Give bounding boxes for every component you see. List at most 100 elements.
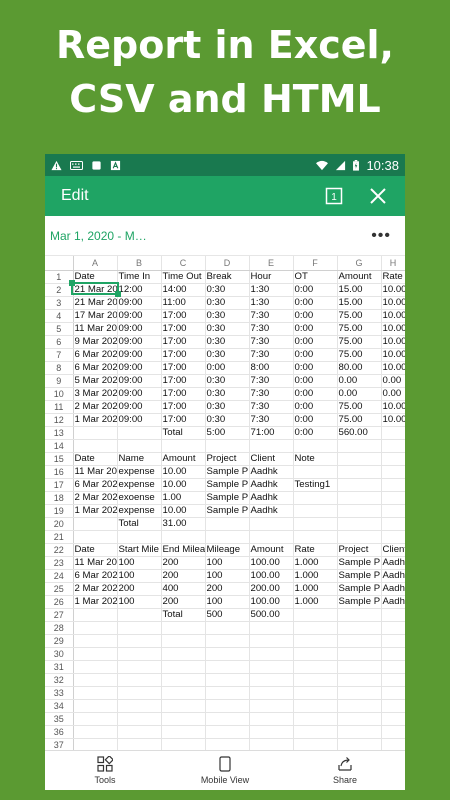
tools-button[interactable]: Tools [45, 751, 165, 790]
mobile-view-button[interactable]: Mobile View [165, 751, 285, 790]
sheet-cell[interactable]: 75.00 [337, 322, 382, 336]
sheet-cell[interactable]: 5:00 [205, 426, 250, 440]
sheet-cell[interactable]: 71:00 [249, 426, 294, 440]
sheet-cell[interactable]: Note [293, 452, 338, 466]
sheet-cell[interactable] [293, 491, 338, 505]
sheet-cell[interactable]: Sample P [205, 478, 250, 492]
sheet-cell[interactable] [73, 647, 118, 661]
sheet-cell[interactable] [381, 725, 405, 739]
sheet-cell[interactable]: 0:30 [205, 413, 250, 427]
sheet-cell[interactable]: 0:00 [293, 361, 338, 375]
sheet-cell[interactable]: 75.00 [337, 348, 382, 362]
sheet-cell[interactable]: expense [117, 504, 162, 518]
sheet-cell[interactable]: Date [73, 452, 118, 466]
more-icon[interactable]: ••• [371, 227, 391, 245]
sheet-cell[interactable]: 1 Mar 202 [73, 504, 118, 518]
sheet-cell[interactable]: Sample P [205, 491, 250, 505]
sheet-cell[interactable] [337, 621, 382, 635]
sheet-cell[interactable]: Amount [337, 270, 382, 284]
sheet-cell[interactable] [117, 712, 162, 726]
sheet-cell[interactable]: 0:00 [293, 283, 338, 297]
sheet-cell[interactable]: 400 [161, 582, 206, 596]
sheet-cell[interactable] [117, 634, 162, 648]
sheet-cell[interactable]: OT [293, 270, 338, 284]
sheet-cell[interactable]: 5 Mar 202 [73, 374, 118, 388]
sheet-cell[interactable]: 09:00 [117, 387, 162, 401]
sheet-cell[interactable] [337, 491, 382, 505]
sheet-cell[interactable]: 1.000 [293, 595, 338, 609]
sheet-cell[interactable]: 09:00 [117, 361, 162, 375]
sheet-cell[interactable]: Aadhk [249, 465, 294, 479]
sheet-cell[interactable]: 10.00 [381, 296, 405, 310]
sheet-cell[interactable] [161, 439, 206, 453]
sheet-cell[interactable] [337, 712, 382, 726]
sheet-cell[interactable]: 2 Mar 202 [73, 400, 118, 414]
sheet-cell[interactable]: 100 [205, 556, 250, 570]
sheet-cell[interactable]: 7:30 [249, 335, 294, 349]
sheet-cell[interactable]: 0:00 [293, 348, 338, 362]
sheet-cell[interactable] [249, 647, 294, 661]
sheet-cell[interactable]: Name [117, 452, 162, 466]
sheet-cell[interactable]: 10.00 [381, 335, 405, 349]
sheet-cell[interactable] [161, 647, 206, 661]
row-number[interactable]: 25 [45, 582, 74, 596]
sheet-cell[interactable]: Time Out [161, 270, 206, 284]
sheet-cell[interactable]: 17:00 [161, 400, 206, 414]
sheet-cell[interactable] [73, 725, 118, 739]
sheet-cell[interactable]: 100 [117, 556, 162, 570]
sheet-cell[interactable] [293, 621, 338, 635]
sheet-cell[interactable]: 200 [117, 582, 162, 596]
sheet-cell[interactable]: Aadhk [381, 556, 405, 570]
sheet-cell[interactable] [381, 608, 405, 622]
sheet-cell[interactable]: 10.00 [381, 322, 405, 336]
sheet-cell[interactable] [293, 738, 338, 750]
sheet-cell[interactable] [161, 712, 206, 726]
row-number[interactable]: 11 [45, 400, 74, 414]
sheet-cell[interactable]: 10.00 [381, 413, 405, 427]
row-number[interactable]: 15 [45, 452, 74, 466]
sheet-cell[interactable] [337, 738, 382, 750]
sheet-cell[interactable]: 0:30 [205, 283, 250, 297]
row-number[interactable]: 33 [45, 686, 74, 700]
sheet-cell[interactable]: Break [205, 270, 250, 284]
sheet-cell[interactable]: 2 Mar 202 [73, 582, 118, 596]
sheet-cell[interactable]: 560.00 [337, 426, 382, 440]
sheet-cell[interactable]: 09:00 [117, 322, 162, 336]
row-number[interactable]: 26 [45, 595, 74, 609]
sheet-cell[interactable]: 09:00 [117, 296, 162, 310]
sheet-cell[interactable]: 0.00 [337, 387, 382, 401]
sheet-cell[interactable]: 7:30 [249, 309, 294, 323]
sheet-cell[interactable]: 1.000 [293, 569, 338, 583]
row-number[interactable]: 7 [45, 348, 74, 362]
sheet-cell[interactable] [205, 439, 250, 453]
row-number[interactable]: 19 [45, 504, 74, 518]
sheet-cell[interactable]: 100 [117, 569, 162, 583]
sheet-cell[interactable]: 0:00 [293, 387, 338, 401]
sheet-cell[interactable] [381, 452, 405, 466]
sheet-cell[interactable] [293, 660, 338, 674]
sheet-cell[interactable]: 09:00 [117, 348, 162, 362]
sheet-cell[interactable] [161, 634, 206, 648]
sheet-cell[interactable]: 31.00 [161, 517, 206, 531]
sheet-cell[interactable] [337, 725, 382, 739]
sheet-cell[interactable] [117, 426, 162, 440]
sheet-cell[interactable]: exoense [117, 491, 162, 505]
sheet-cell[interactable]: 11:00 [161, 296, 206, 310]
sheet-cell[interactable]: 10.00 [381, 361, 405, 375]
sheet-cell[interactable] [73, 608, 118, 622]
sheet-cell[interactable]: 7:30 [249, 400, 294, 414]
sheet-cell[interactable] [161, 673, 206, 687]
share-button[interactable]: Share [285, 751, 405, 790]
sheet-cell[interactable]: 7:30 [249, 387, 294, 401]
column-header[interactable]: F [293, 256, 338, 271]
sheet-cell[interactable]: Project [205, 452, 250, 466]
sheet-cell[interactable]: Start Mile [117, 543, 162, 557]
sheet-cell[interactable]: 0:00 [293, 322, 338, 336]
sheet-cell[interactable]: 12:00 [117, 283, 162, 297]
sheet-cell[interactable]: 17:00 [161, 387, 206, 401]
row-number[interactable]: 10 [45, 387, 74, 401]
sheet-cell[interactable] [249, 660, 294, 674]
sheet-cell[interactable]: 200 [205, 582, 250, 596]
sheet-cell[interactable]: 0:00 [293, 426, 338, 440]
sheet-cell[interactable]: Rate [293, 543, 338, 557]
